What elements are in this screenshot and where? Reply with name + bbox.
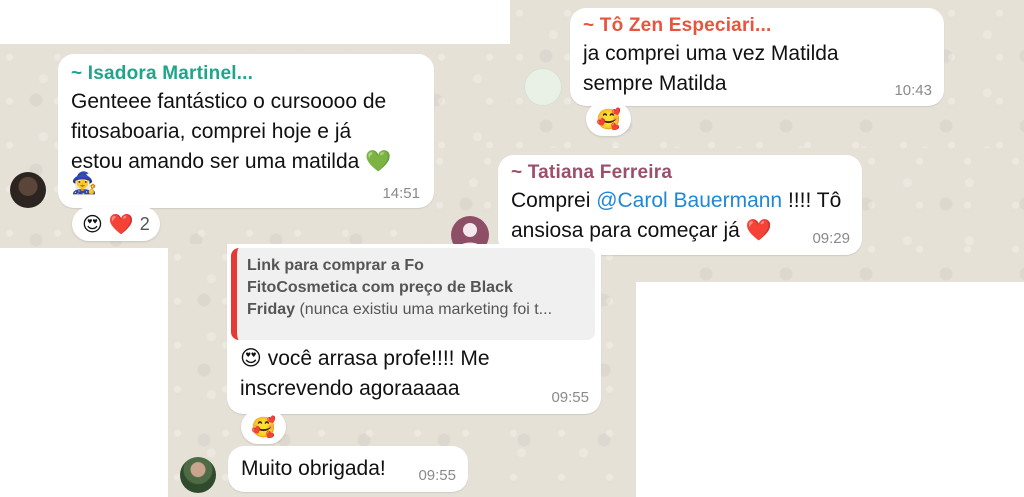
message-line: fitosaboaria, comprei hoje e já <box>71 120 352 143</box>
avatar-self[interactable] <box>180 457 216 493</box>
message-line: Genteee fantástico o cursoooo de <box>71 90 387 113</box>
avatar-isadora[interactable] <box>10 172 46 208</box>
mention-link[interactable]: @Carol Bauermann <box>596 189 782 212</box>
message-text: Genteee fantástico o cursoooo de fitosab… <box>71 87 391 177</box>
message-line: sempre Matilda <box>583 72 727 95</box>
green-heart-emoji: 💚 <box>365 150 392 173</box>
message-text-end: !!!! Tô <box>782 189 842 212</box>
heart-eyes-reaction: 😍 <box>82 213 103 236</box>
message-line: Comprei @Carol Bauermann !!!! Tô <box>511 186 841 216</box>
message-timestamp: 09:55 <box>551 389 589 406</box>
message-bubble-tatiana[interactable]: ~ Tatiana Ferreira Comprei @Carol Bauerm… <box>498 155 862 255</box>
witch-emoji: 🧙‍♀️ <box>71 172 98 195</box>
message-line: 😍 você arrasa profe!!!! Me <box>240 344 490 374</box>
message-timestamp: 14:51 <box>382 185 420 202</box>
message-line-text: estou amando ser uma matilda <box>71 150 360 173</box>
smiling-hearts-reaction: 🥰 <box>596 108 621 131</box>
message-timestamp: 09:29 <box>812 230 850 247</box>
quote-line: Link para comprar a Fo <box>247 255 585 277</box>
message-text: 😍 você arrasa profe!!!! Me inscrevendo a… <box>240 344 490 404</box>
message-bubble-reply[interactable]: Link para comprar a Fo FitoCosmetica com… <box>227 244 601 414</box>
reactions-tozen[interactable]: 🥰 <box>586 102 631 136</box>
message-text-start: Comprei <box>511 189 597 212</box>
message-bubble-thanks[interactable]: Muito obrigada! 09:55 <box>228 446 468 492</box>
message-text: Comprei @Carol Bauermann !!!! Tô ansiosa… <box>511 186 841 246</box>
reactions-reply[interactable]: 🥰 <box>241 410 286 444</box>
quoted-message[interactable]: Link para comprar a Fo FitoCosmetica com… <box>231 248 595 340</box>
smiling-hearts-reaction: 🥰 <box>251 416 276 439</box>
message-timestamp: 09:55 <box>418 467 456 484</box>
red-heart-emoji: ❤️ <box>745 219 772 242</box>
sender-name[interactable]: ~ Tatiana Ferreira <box>511 162 672 184</box>
reactions-isadora[interactable]: 😍 ❤️ 2 <box>72 207 160 241</box>
message-text: Muito obrigada! <box>241 457 386 480</box>
quote-line: FitoCosmetica com preço de Black <box>247 277 585 299</box>
quote-line-text: FitoCosmetica com preço de Black <box>247 279 513 296</box>
message-line: inscrevendo agoraaaaa <box>240 377 460 400</box>
avatar-tozen[interactable] <box>524 68 562 106</box>
quote-rest-text: (nunca existiu uma marketing foi t... <box>295 301 553 318</box>
message-bubble-isadora[interactable]: ~ Isadora Martinel... Genteee fantástico… <box>58 54 434 208</box>
quote-line: Friday (nunca existiu uma marketing foi … <box>247 299 585 321</box>
quote-bold-text: Friday <box>247 301 296 318</box>
message-text: ja comprei uma vez Matilda sempre Matild… <box>583 39 839 99</box>
message-line-text: você arrasa profe!!!! Me <box>261 347 490 370</box>
sender-name[interactable]: ~ Tô Zen Especiari... <box>583 15 771 37</box>
message-line: ansiosa para começar já ❤️ <box>511 216 841 246</box>
message-line-text: ansiosa para começar já <box>511 219 740 242</box>
message-timestamp: 10:43 <box>894 82 932 99</box>
quote-line-text: Link para comprar a Fo <box>247 257 424 274</box>
red-heart-reaction: ❤️ <box>108 213 134 236</box>
reaction-count: 2 <box>139 213 150 234</box>
message-line: ja comprei uma vez Matilda <box>583 42 839 65</box>
message-bubble-tozen[interactable]: ~ Tô Zen Especiari... ja comprei uma vez… <box>570 8 944 106</box>
sender-name[interactable]: ~ Isadora Martinel... <box>71 63 253 85</box>
message-line: estou amando ser uma matilda 💚 <box>71 147 391 177</box>
heart-eyes-emoji: 😍 <box>240 347 262 370</box>
